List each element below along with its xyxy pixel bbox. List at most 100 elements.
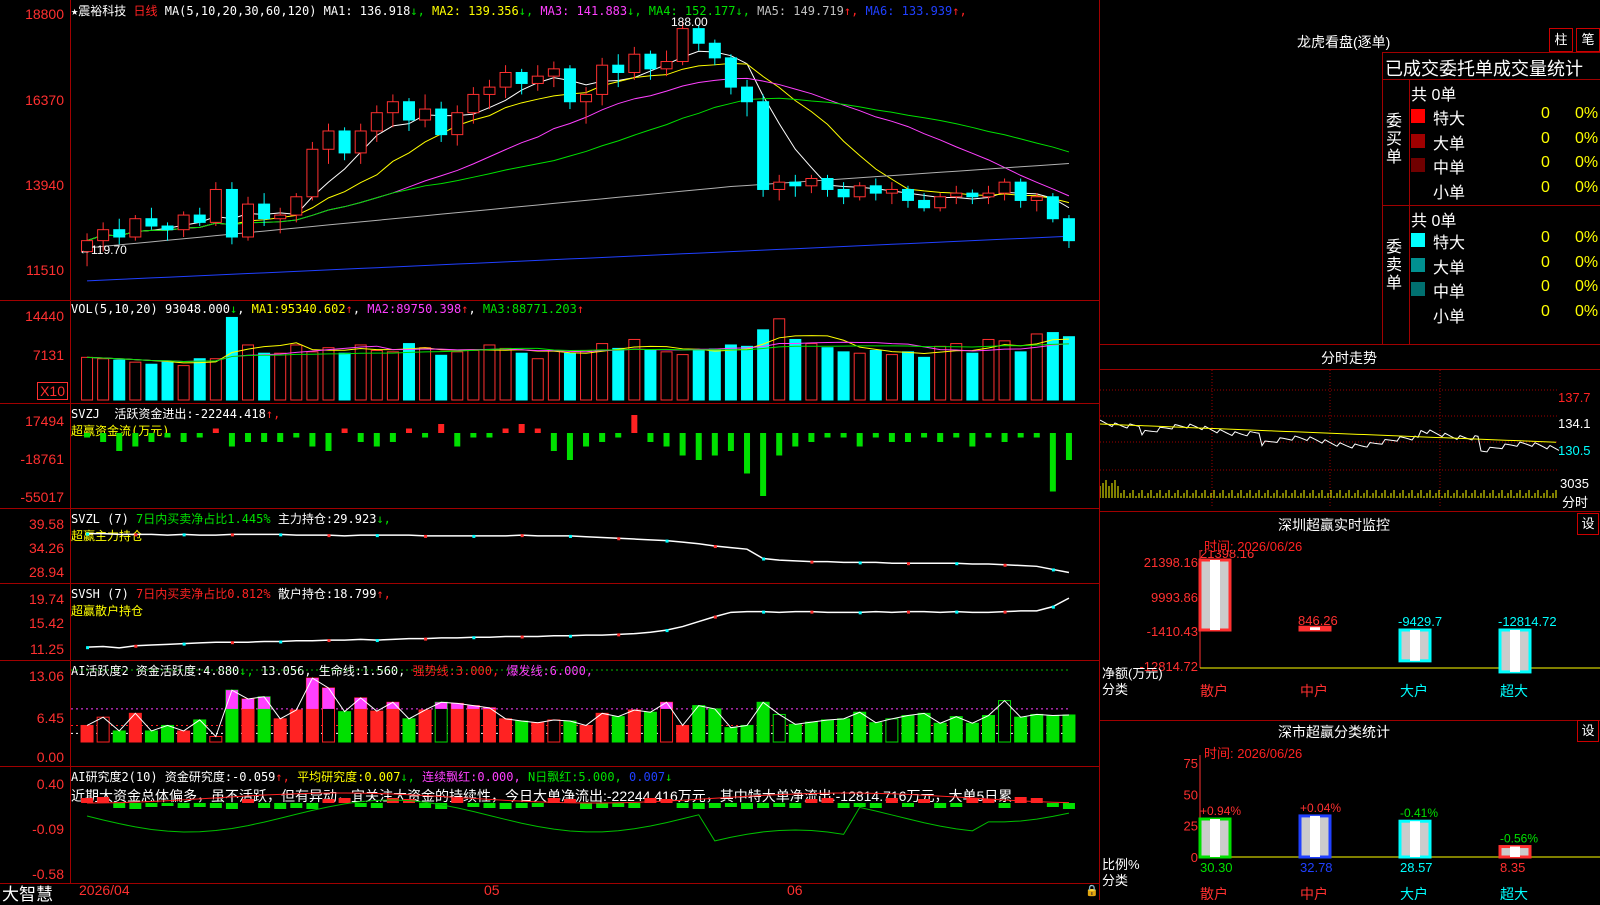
buy-row[interactable]: 特大 0 0% <box>1411 105 1600 128</box>
ai-active-pane[interactable]: 13.06 6.45 0.00 AI活跃度2 资金活跃度:4.880↓, 13.… <box>0 660 1099 767</box>
column-view-button[interactable]: 柱 <box>1549 28 1573 52</box>
ai-active-bar <box>772 713 786 743</box>
ai-active-bar <box>853 711 867 743</box>
row-pct: 0% <box>1575 302 1599 320</box>
svzl-line-dot <box>568 534 572 538</box>
svzj-bar <box>985 433 992 438</box>
ai-active-bar <box>80 724 94 743</box>
sz-monitor-settings-button[interactable]: 设 <box>1577 513 1599 535</box>
sz-monitor-category: 散户 <box>1200 683 1228 699</box>
svzj-bar <box>357 433 364 442</box>
svzj-pane[interactable]: 17494 -18761 -55017 SVZJ 活跃资金进出:-22244.4… <box>0 403 1099 509</box>
ai-research-bar <box>242 799 255 803</box>
ai-research-bar <box>918 799 931 803</box>
candle-body <box>338 130 351 154</box>
ai-active-bar <box>740 724 754 743</box>
candle-body <box>354 130 367 154</box>
candle-body <box>1062 218 1075 242</box>
stroke-view-button[interactable]: 笔 <box>1576 28 1600 52</box>
ai-active-bar <box>788 723 802 743</box>
volume-bar <box>837 351 850 401</box>
ai-active-bar <box>724 727 738 743</box>
volume-bar <box>209 358 222 401</box>
buy-row[interactable]: 中单 0 0% <box>1411 154 1600 177</box>
ai-research-bar <box>998 803 1011 808</box>
candle-body <box>483 86 496 95</box>
buy-row[interactable]: 大单 0 0% <box>1411 130 1600 153</box>
sz-class-settings-button[interactable]: 设 <box>1577 720 1599 742</box>
svzl-line-dot <box>327 534 331 538</box>
ai-research-bar <box>193 803 206 807</box>
ai-research-bar <box>225 803 238 809</box>
ai-research-bar <box>741 803 754 809</box>
svzj-bar <box>1017 433 1024 438</box>
svzl-line-dot <box>617 537 621 541</box>
svsh-y-axis: 19.74 15.42 11.25 <box>0 583 71 660</box>
ai-active-bar <box>209 735 223 743</box>
lhb-table: 已成交委托单成交量统计 共 0单 委买单 特大 0 0% 大单 0 0% 中单 … <box>1382 52 1600 345</box>
swatch <box>1411 233 1425 247</box>
ai-active-chart <box>71 669 1076 743</box>
intraday-tick: 134.1 <box>1558 416 1591 431</box>
ai-active-bar <box>933 722 947 743</box>
ai-research-pane[interactable]: 0.40 -0.09 -0.58 AI研究度2(10) 资金研究度:-0.059… <box>0 766 1099 884</box>
row-name: 特大 <box>1433 235 1466 252</box>
ai-active-bar <box>1030 713 1044 743</box>
ai-research-bar <box>113 803 126 808</box>
candle-body <box>1014 181 1027 201</box>
ai-active-bar <box>1062 714 1076 743</box>
svzl-y-axis: 39.58 34.26 28.94 <box>0 508 71 583</box>
svsh-pane[interactable]: 19.74 15.42 11.25 SVSH (7) 7日内买卖净占比0.812… <box>0 583 1099 661</box>
volume-bar <box>757 329 770 401</box>
svzj-bar <box>180 433 187 442</box>
svzj-bar <box>245 433 252 442</box>
ai-active-bar <box>144 730 158 743</box>
svzj-bar <box>856 433 863 447</box>
volume-pane[interactable]: 14440 7131 X10 VOL(5,10,20) 93048.000↓, … <box>0 300 1099 404</box>
sell-row[interactable]: 中单 0 0% <box>1411 278 1600 301</box>
sz-monitor-y-unit2: 分类 <box>1102 682 1128 697</box>
ai-active-bar <box>177 730 191 743</box>
candle-body <box>1046 196 1059 220</box>
svsh-line <box>87 597 1070 649</box>
sell-row[interactable]: 小单 0 0% <box>1411 302 1600 326</box>
volume-bar <box>789 338 802 401</box>
svsh-line-dot <box>375 639 379 643</box>
svsh-line-dot <box>906 610 910 614</box>
candle-body <box>660 61 673 70</box>
ai-research-bar <box>209 803 222 808</box>
y-tick: 28.94 <box>28 564 64 580</box>
volume-bar <box>97 358 110 401</box>
svzj-bar <box>921 433 928 438</box>
y-tick: 11.25 <box>30 641 64 657</box>
sell-row[interactable]: 特大 0 0% <box>1411 229 1600 252</box>
ai-research-bar <box>515 803 528 808</box>
intraday-vol-label: 分时 <box>1562 495 1589 510</box>
y-tick: 6.45 <box>36 710 64 726</box>
y-tick: 0.00 <box>36 749 64 765</box>
ai-research-bar <box>145 803 158 807</box>
ai-burst-top <box>242 698 255 709</box>
sz-class-change: +0.94% <box>1200 804 1241 818</box>
ai-research-bar <box>612 803 625 807</box>
kline-pane[interactable]: 18800 16370 13940 11510 ★震裕科技 日线 MA(5,10… <box>0 0 1099 301</box>
svzl-pane[interactable]: 39.58 34.26 28.94 SVZL (7) 7日内买卖净占比1.445… <box>0 508 1099 584</box>
sz-class-bar-shine <box>1310 815 1320 857</box>
candle-body <box>724 57 737 88</box>
ai-research-bar <box>869 803 882 808</box>
x-tick: 05 <box>484 882 500 898</box>
volume-bar <box>1014 351 1027 401</box>
svzl-line-dot <box>762 557 766 561</box>
intraday-tick: 130.5 <box>1558 443 1591 458</box>
candle-body <box>451 112 464 136</box>
sz-class-y-tick: 50 <box>1184 787 1198 802</box>
svsh-line-dot <box>472 636 476 640</box>
buy-row[interactable]: 小单 0 0% <box>1411 179 1600 202</box>
ai-research-bar <box>338 798 351 803</box>
sell-row[interactable]: 大单 0 0% <box>1411 254 1600 277</box>
volume-bar <box>950 343 963 401</box>
candle-body <box>773 181 786 190</box>
lock-icon[interactable]: 🔒 <box>1085 884 1099 897</box>
ai-burst-top <box>435 702 448 709</box>
volume-bar <box>515 352 528 401</box>
